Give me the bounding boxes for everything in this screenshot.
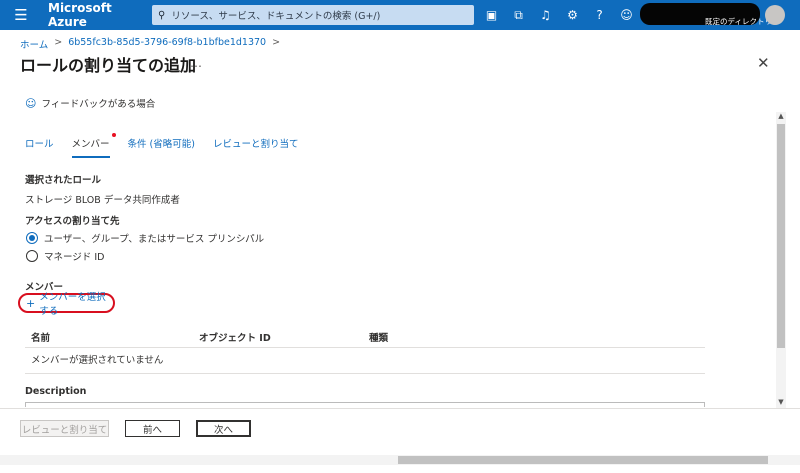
breadcrumb-separator-icon: >: [272, 37, 281, 48]
help-icon[interactable]: ?: [586, 8, 613, 22]
radio-user-group-sp[interactable]: ユーザー、グループ、またはサービス プリンシパル: [26, 231, 264, 245]
tab-review-assign[interactable]: レビューと割り当て: [213, 136, 299, 158]
selected-role-value: ストレージ BLOB データ共同作成者: [25, 195, 180, 206]
tab-role[interactable]: ロール: [25, 136, 54, 158]
breadcrumb-separator-icon: >: [54, 37, 63, 48]
cloud-shell-icon[interactable]: ▣: [478, 8, 505, 22]
radio-managed-identity[interactable]: マネージド ID: [26, 249, 104, 263]
radio-managed-identity-label: マネージド ID: [44, 252, 105, 263]
select-members-link[interactable]: + メンバーを選択する: [18, 292, 115, 317]
global-search-input[interactable]: ⚲ リソース、サービス、ドキュメントの検索 (G+/): [152, 5, 474, 25]
required-dot-icon: [111, 133, 116, 137]
members-table-header: 名前 オブジェクト ID 種類: [25, 328, 705, 348]
avatar[interactable]: [765, 5, 785, 25]
top-toolbar: ▣ ⧉ ♫ ⚙ ? ☺: [478, 0, 640, 30]
assign-to-label: アクセスの割り当て先: [25, 216, 120, 227]
next-button[interactable]: 次へ: [196, 420, 251, 437]
radio-unchecked-icon[interactable]: [26, 250, 38, 262]
search-icon: ⚲: [158, 9, 166, 21]
scroll-down-icon[interactable]: ▼: [776, 398, 786, 406]
brand-logo[interactable]: Microsoft Azure: [48, 1, 148, 29]
close-icon[interactable]: ✕: [757, 54, 770, 72]
search-placeholder: リソース、サービス、ドキュメントの検索 (G+/): [171, 11, 381, 22]
account-directory: 既定のディレクトリ: [705, 17, 772, 26]
settings-gear-icon[interactable]: ⚙: [559, 8, 586, 22]
horizontal-scrollbar[interactable]: [0, 455, 800, 465]
tab-conditions[interactable]: 条件 (省略可能): [128, 136, 195, 158]
page-title: ロールの割り当ての追加: [20, 56, 197, 75]
notifications-bell-icon[interactable]: ♫: [532, 8, 559, 22]
more-options-icon[interactable]: …: [190, 56, 202, 70]
description-input[interactable]: [25, 402, 705, 407]
feedback-label: フィードバックがある場合: [41, 99, 156, 110]
vertical-scrollbar[interactable]: ▲ ▼: [776, 112, 786, 408]
vertical-scroll-thumb[interactable]: [777, 124, 785, 348]
radio-checked-icon[interactable]: [26, 232, 38, 244]
column-type: 種類: [369, 333, 389, 344]
directory-filter-icon[interactable]: ⧉: [505, 8, 532, 23]
previous-button[interactable]: 前へ: [125, 420, 180, 437]
breadcrumb-home[interactable]: ホーム: [20, 37, 48, 51]
scroll-up-icon[interactable]: ▲: [776, 112, 786, 120]
feedback-icon[interactable]: ☺: [613, 8, 640, 22]
breadcrumb: ホーム > 6b55fc3b-85d5-3796-69f8-b1bfbe1d13…: [20, 37, 280, 51]
hamburger-menu-icon[interactable]: ☰: [6, 0, 36, 30]
footer-divider: [0, 408, 800, 409]
breadcrumb-resource[interactable]: 6b55fc3b-85d5-3796-69f8-b1bfbe1d1370: [68, 37, 266, 51]
column-object-id: オブジェクト ID: [199, 333, 271, 344]
tab-members[interactable]: メンバー: [71, 133, 116, 158]
review-assign-button[interactable]: レビューと割り当て: [20, 420, 109, 437]
column-name: 名前: [31, 333, 51, 344]
horizontal-scroll-thumb[interactable]: [398, 456, 768, 464]
select-members-label: メンバーを選択する: [39, 292, 106, 317]
radio-user-group-sp-label: ユーザー、グループ、またはサービス プリンシパル: [44, 234, 265, 245]
members-table-empty: メンバーが選択されていません: [25, 348, 705, 374]
tab-members-label: メンバー: [71, 139, 110, 150]
tab-list: ロール メンバー 条件 (省略可能) レビューと割り当て: [25, 133, 316, 158]
description-label: Description: [25, 386, 87, 397]
selected-role-label: 選択されたロール: [25, 175, 102, 186]
feedback-link[interactable]: ☺ フィードバックがある場合: [25, 96, 156, 111]
plus-icon: +: [26, 296, 36, 310]
feedback-person-icon: ☺: [25, 96, 37, 110]
